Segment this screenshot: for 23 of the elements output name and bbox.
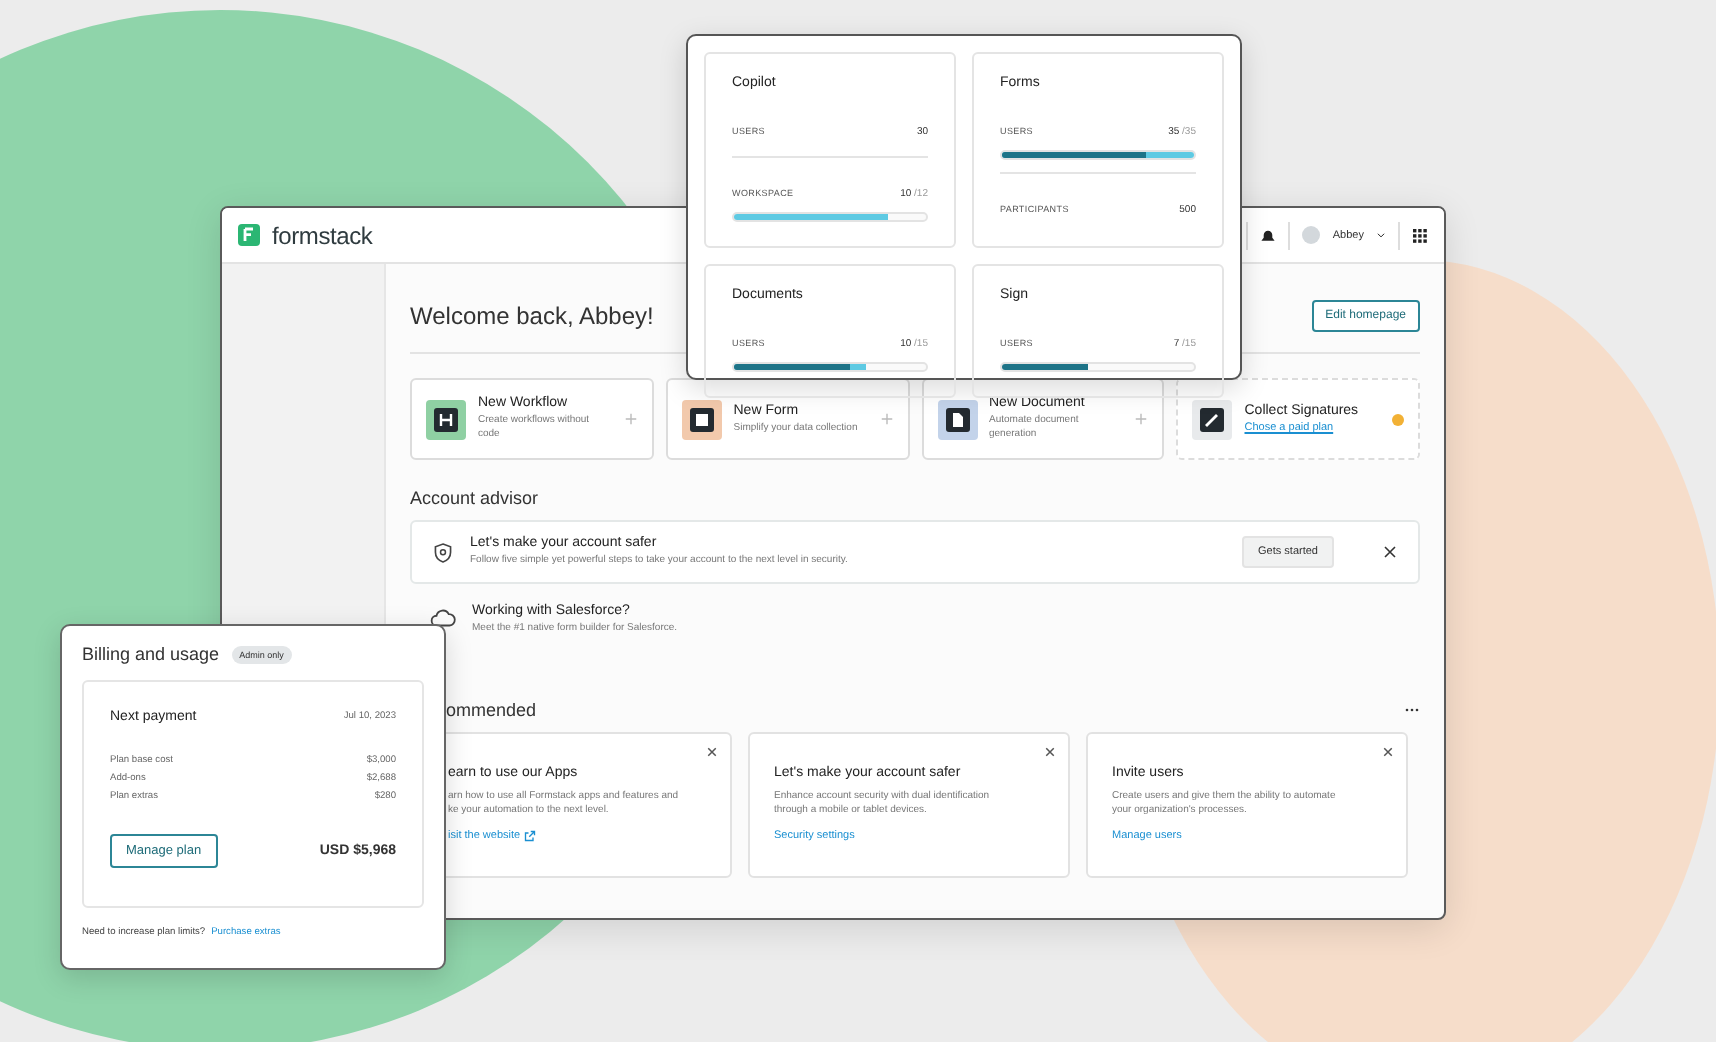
- plus-icon: [623, 412, 638, 426]
- workflow-icon: [434, 407, 458, 431]
- plus-icon: [879, 412, 893, 426]
- close-icon[interactable]: [706, 745, 718, 758]
- section-title: ommended: [444, 699, 537, 720]
- welcome-title: Welcome back, Abbey!: [410, 302, 654, 330]
- billing-title: Billing and usage: [82, 644, 220, 664]
- chevron-icon: [1376, 230, 1386, 240]
- document-icon: [945, 407, 969, 431]
- shield-icon: [432, 541, 454, 563]
- logo-text: formstack: [272, 221, 373, 249]
- plus-icon: [1134, 412, 1149, 426]
- close-icon[interactable]: [1382, 745, 1394, 758]
- lock-badge-icon: [1392, 413, 1404, 425]
- form-icon: [689, 407, 714, 431]
- section-title: Account advisor: [410, 488, 541, 508]
- apps-grid-icon[interactable]: [1412, 227, 1428, 243]
- external-link-icon: [524, 830, 537, 843]
- close-icon[interactable]: [1382, 544, 1398, 560]
- pen-icon: [1200, 407, 1225, 431]
- bell-icon[interactable]: [1260, 227, 1277, 243]
- close-icon[interactable]: [1044, 745, 1056, 758]
- logo-icon: [238, 224, 260, 246]
